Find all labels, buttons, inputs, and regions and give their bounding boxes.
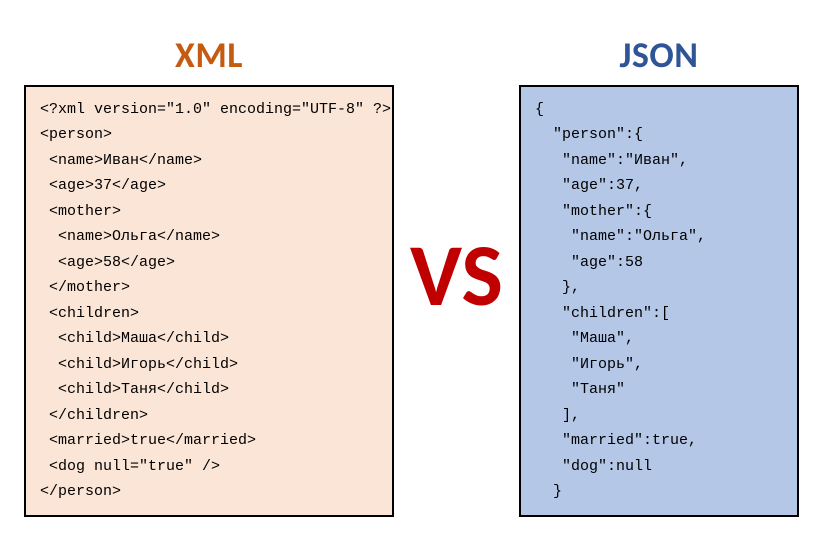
xml-column: XML <?xml version="1.0" encoding="UTF-8"… xyxy=(24,33,394,517)
json-column: JSON { "person":{ "name":"Иван", "age":3… xyxy=(519,33,799,517)
xml-title: XML xyxy=(175,33,243,77)
vs-label: VS xyxy=(410,231,503,319)
json-code-box: { "person":{ "name":"Иван", "age":37, "m… xyxy=(519,85,799,517)
comparison-diagram: XML <?xml version="1.0" encoding="UTF-8"… xyxy=(0,0,823,559)
json-title: JSON xyxy=(619,33,698,77)
xml-code-box: <?xml version="1.0" encoding="UTF-8" ?> … xyxy=(24,85,394,517)
